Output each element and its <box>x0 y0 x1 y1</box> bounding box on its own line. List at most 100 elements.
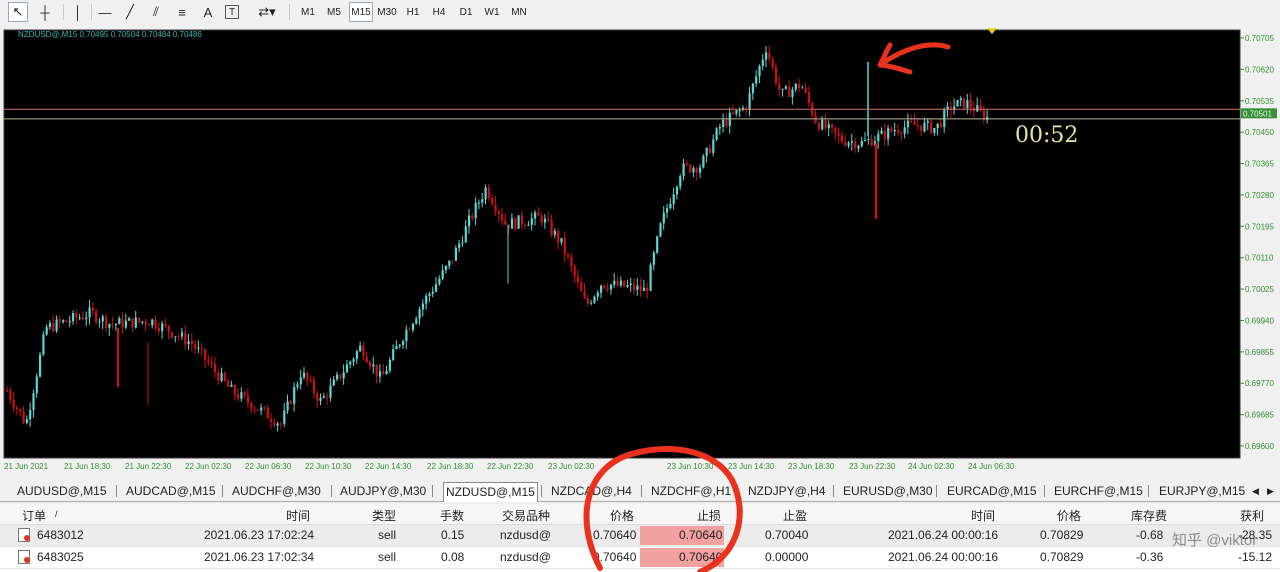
candle-body <box>821 119 824 130</box>
crosshair-icon[interactable]: ┼ <box>35 2 55 22</box>
vertical-line-icon[interactable]: │ <box>68 2 88 22</box>
candle-body <box>728 112 731 126</box>
trendline-icon[interactable]: ╱ <box>120 2 140 22</box>
candle-body <box>190 341 193 345</box>
text-icon[interactable]: A <box>198 2 218 22</box>
col-sl[interactable]: 止损 <box>697 507 721 524</box>
watermark-text: 知乎 @viktor <box>1172 532 1258 549</box>
candle-body <box>151 319 154 326</box>
candle-body <box>385 370 388 375</box>
candle-body <box>510 218 514 229</box>
candle-body <box>567 254 570 258</box>
candle-body <box>864 139 867 141</box>
tab-eurchf-m15[interactable]: EURCHF@,M15 <box>1054 483 1143 500</box>
timeframe-h4[interactable]: H4 <box>427 2 451 22</box>
candle-body <box>768 52 771 60</box>
price-label: 0.70195 <box>1245 222 1274 231</box>
candle-body <box>283 410 286 424</box>
channel-icon[interactable]: ⫽ <box>146 2 166 22</box>
candle-body <box>154 319 157 329</box>
candle-body <box>679 176 682 187</box>
tab-eurusd-m30[interactable]: EURUSD@,M30 <box>843 483 933 500</box>
candle-body <box>616 280 619 286</box>
tab-nzdusd-m15[interactable]: NZDUSD@,M15 <box>443 482 538 502</box>
tab-eurcad-m15[interactable]: EURCAD@,M15 <box>947 483 1037 500</box>
sort-icon[interactable]: / <box>55 509 58 519</box>
candle-body <box>309 380 312 382</box>
tab-audjpy-m30[interactable]: AUDJPY@,M30 <box>340 483 426 500</box>
candle-body <box>834 127 837 134</box>
price-label: 0.70450 <box>1245 128 1274 137</box>
horizontal-line-icon[interactable]: — <box>95 2 115 22</box>
candle-body <box>256 409 259 411</box>
candle-body <box>95 310 98 323</box>
candle-body <box>270 418 273 423</box>
candle-body <box>415 318 418 324</box>
timeframe-h1[interactable]: H1 <box>401 2 425 22</box>
candle-body <box>798 83 801 88</box>
candle-body <box>240 392 243 399</box>
col-time[interactable]: 时间 <box>286 507 310 524</box>
time-label: 23 Jun 14:30 <box>728 462 775 471</box>
tab-audcad-m15[interactable]: AUDCAD@,M15 <box>126 483 216 500</box>
time-label: 22 Jun 10:30 <box>305 462 352 471</box>
candle-body <box>45 327 48 335</box>
timeframe-mn[interactable]: MN <box>507 2 531 22</box>
toolbar-separator <box>63 4 64 20</box>
candle-body <box>32 393 35 410</box>
col-close-time[interactable]: 时间 <box>971 507 995 524</box>
tab-scroll-left-icon[interactable]: ◀ <box>1252 483 1259 500</box>
candle-body <box>718 127 721 129</box>
fibonacci-icon[interactable]: ≡ <box>172 2 192 22</box>
toolbar-separator <box>91 4 92 20</box>
timeframe-m5[interactable]: M5 <box>322 2 346 22</box>
col-symbol[interactable]: 交易品种 <box>502 507 550 524</box>
candle-body <box>65 320 68 322</box>
col-type[interactable]: 类型 <box>372 507 396 524</box>
cursor-icon[interactable]: ↖ <box>8 2 28 22</box>
candle-body <box>392 349 395 360</box>
candle-body <box>738 110 741 112</box>
col-price[interactable]: 价格 <box>610 507 634 524</box>
tab-separator <box>541 485 542 497</box>
cell-close-price: 0.70829 <box>1040 528 1084 542</box>
col-tp[interactable]: 止盈 <box>783 507 807 524</box>
candle-body <box>708 147 712 153</box>
candle-body <box>164 323 167 326</box>
tab-scroll-right-icon[interactable]: ▶ <box>1267 483 1274 500</box>
candle-body <box>293 387 296 404</box>
text-label-icon[interactable]: T <box>225 5 239 19</box>
timeframe-d1[interactable]: D1 <box>454 2 478 22</box>
candle-body <box>712 139 715 153</box>
tab-eurjpy-m15[interactable]: EURJPY@,M15 <box>1159 483 1245 500</box>
candle-body <box>210 362 213 365</box>
candle-body <box>421 303 424 310</box>
tab-audchf-m30[interactable]: AUDCHF@,M30 <box>232 483 321 500</box>
candle-body <box>405 329 408 342</box>
tab-nzdjpy-h4[interactable]: NZDJPY@,H4 <box>748 483 826 500</box>
tab-separator <box>116 485 117 497</box>
table-row[interactable]: 6483025 2021.06.23 17:02:34 sell 0.08 nzdusd… <box>0 547 1280 569</box>
timeframe-m30[interactable]: M30 <box>375 2 399 22</box>
time-label: 22 Jun 06:30 <box>245 462 292 471</box>
price-label: 0.70705 <box>1245 34 1274 43</box>
tab-nzdcad-h4[interactable]: NZDCAD@,H4 <box>551 483 632 500</box>
timeframe-w1[interactable]: W1 <box>480 2 504 22</box>
cell-open-price: 0.70640 <box>593 550 637 564</box>
cell-open-time: 2021.06.23 17:02:24 <box>204 528 315 542</box>
candle-body <box>471 215 474 219</box>
price-chart[interactable]: 0.70705 0.70620 0.70535 0.70450 0.70365 0.702… <box>0 26 1280 478</box>
timeframe-m15[interactable]: M15 <box>349 2 373 22</box>
table-row[interactable]: 6483012 2021.06.23 17:02:24 sell 0.15 nzdusd… <box>0 525 1280 547</box>
candle-body <box>923 122 926 132</box>
col-close-price[interactable]: 价格 <box>1057 507 1081 524</box>
col-profit[interactable]: 获利 <box>1240 507 1264 524</box>
col-order[interactable]: 订单 <box>22 507 46 524</box>
timeframe-m1[interactable]: M1 <box>296 2 320 22</box>
tab-audusd-m15[interactable]: AUDUSD@,M15 <box>17 483 107 500</box>
arrows-icon[interactable]: ⇄▾ <box>252 2 282 22</box>
col-lots[interactable]: 手数 <box>440 507 464 524</box>
tab-nzdchf-h1[interactable]: NZDCHF@,H1 <box>651 483 731 500</box>
candle-body <box>761 59 764 66</box>
col-swap[interactable]: 库存费 <box>1131 507 1167 524</box>
